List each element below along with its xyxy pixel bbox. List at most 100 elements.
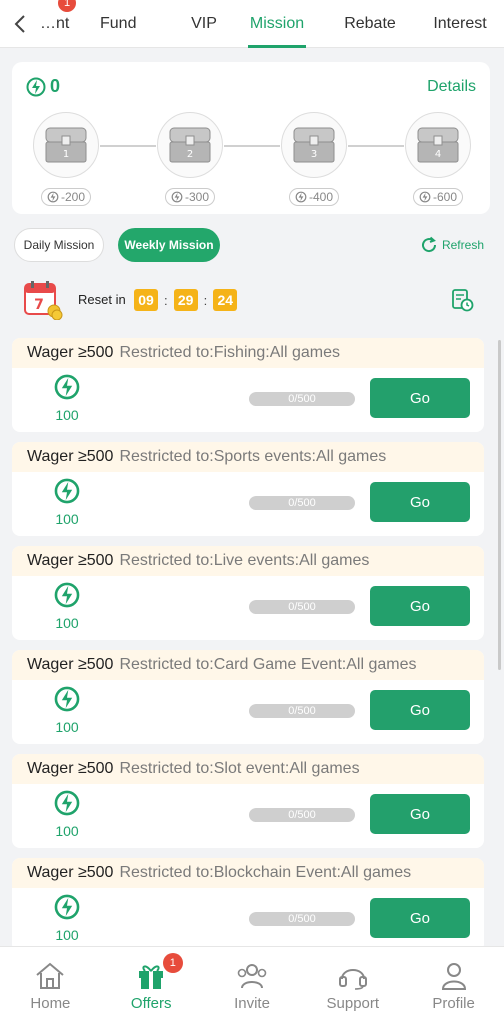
tab-mission-label: Mission [249, 14, 305, 32]
invite-icon [237, 964, 267, 989]
go-button[interactable]: Go [370, 482, 470, 522]
mission-reward: 100 [52, 790, 82, 839]
progress-card: 0 Details 1 -200 2 -300 3 -400 4 -600 [12, 62, 490, 214]
go-button[interactable]: Go [370, 378, 470, 418]
countdown-timer: 09 : 29 : 24 [134, 289, 238, 311]
calendar-day: 7 [34, 297, 44, 313]
refresh-button[interactable]: Refresh [420, 236, 484, 254]
chest-requirement-value: -300 [184, 190, 210, 204]
go-button[interactable]: Go [370, 794, 470, 834]
mission-card: Wager ≥500 Restricted to:Live events:All… [12, 546, 484, 640]
chest-track: 1 -200 2 -300 3 -400 4 -600 [32, 112, 472, 207]
tab-vip-label: VIP [191, 14, 217, 32]
headset-icon [338, 969, 367, 990]
details-link[interactable]: Details [427, 78, 476, 96]
chest-connector [348, 145, 404, 147]
mission-progress-bar: 0/500 [249, 912, 355, 926]
nav-offers[interactable]: Offers 1 [101, 947, 202, 1024]
timer-separator: : [203, 292, 208, 308]
mission-restriction: Restricted to:Slot event:All games [119, 760, 360, 777]
treasure-chest-icon: 4 [417, 127, 459, 163]
energy-icon [419, 191, 431, 203]
energy-icon [54, 686, 80, 712]
chest-requirement-value: -600 [432, 190, 458, 204]
chest-2[interactable]: 2 -300 [156, 112, 224, 208]
mission-card: Wager ≥500 Restricted to:Fishing:All gam… [12, 338, 484, 432]
tab-vip[interactable]: VIP [186, 0, 222, 48]
mission-restriction: Restricted to:Blockchain Event:All games [119, 864, 412, 881]
go-button[interactable]: Go [370, 690, 470, 730]
tab-badge: 1 [58, 0, 76, 12]
go-button[interactable]: Go [370, 898, 470, 938]
mission-page: …nt 1 Fund VIP Mission Rebate Interest 0 [0, 0, 504, 1024]
chest-3[interactable]: 3 -400 [280, 112, 348, 208]
energy-icon [54, 374, 80, 400]
chest-number: 1 [63, 149, 69, 160]
tab-mission[interactable]: Mission [248, 0, 306, 48]
energy-icon [26, 77, 46, 96]
mission-card: Wager ≥500 Restricted to:Sports events:A… [12, 442, 484, 536]
mission-header: Wager ≥500 Restricted to:Fishing:All gam… [12, 338, 484, 368]
reset-countdown: 7 Reset in 09 : 29 : 24 [24, 280, 478, 324]
tab-fund[interactable]: Fund [100, 0, 172, 48]
nav-profile[interactable]: Profile [403, 947, 504, 1024]
profile-icon [441, 963, 466, 990]
chest-requirement: -300 [164, 188, 216, 206]
chest-number: 4 [435, 149, 441, 160]
refresh-label: Refresh [441, 238, 484, 252]
mission-list: Wager ≥500 Restricted to:Fishing:All gam… [12, 338, 484, 962]
tab-interest[interactable]: Interest [432, 0, 488, 48]
category-tabs: …nt 1 Fund VIP Mission Rebate Interest [40, 0, 504, 48]
mission-reward-value: 100 [55, 615, 79, 631]
timer-separator: : [164, 292, 168, 308]
weekly-mission-tab[interactable]: Weekly Mission [118, 228, 220, 262]
chest-number: 3 [311, 149, 317, 160]
mission-wager: Wager ≥500 [27, 864, 114, 881]
top-tab-bar: …nt 1 Fund VIP Mission Rebate Interest [0, 0, 504, 48]
tab-partial-label: …nt [40, 14, 70, 32]
chest-1[interactable]: 1 -200 [32, 112, 100, 208]
mission-reward: 100 [52, 374, 82, 423]
nav-support[interactable]: Support [302, 947, 403, 1024]
tab-rebate[interactable]: Rebate [344, 0, 396, 48]
mission-header: Wager ≥500 Restricted to:Blockchain Even… [12, 858, 484, 888]
go-button[interactable]: Go [370, 586, 470, 626]
nav-offers-label: Offers [130, 995, 172, 1012]
tab-rebate-label: Rebate [344, 14, 396, 32]
nav-offers-badge: 1 [162, 953, 183, 973]
chest-requirement-value: -400 [308, 190, 334, 204]
chest-circle: 1 [33, 112, 99, 178]
mission-header: Wager ≥500 Restricted to:Live events:All… [12, 546, 484, 576]
daily-mission-tab[interactable]: Daily Mission [14, 228, 104, 262]
mission-restriction: Restricted to:Sports events:All games [119, 448, 387, 465]
mission-wager: Wager ≥500 [27, 656, 114, 673]
mission-reward-value: 100 [55, 927, 79, 943]
back-button[interactable] [0, 0, 40, 48]
chest-number: 2 [187, 149, 193, 160]
calendar-icon: 7 [24, 281, 63, 320]
treasure-chest-icon: 2 [169, 127, 211, 163]
chest-4[interactable]: 4 -600 [404, 112, 472, 208]
nav-home[interactable]: Home [0, 947, 101, 1024]
scrollbar[interactable] [498, 340, 501, 670]
tab-interest-label: Interest [433, 14, 487, 32]
mission-restriction: Restricted to:Card Game Event:All games [119, 656, 417, 673]
history-icon[interactable] [450, 288, 474, 312]
mission-progress-bar: 0/500 [249, 496, 355, 510]
refresh-icon [422, 236, 436, 253]
mission-reward-value: 100 [55, 511, 79, 527]
bottom-nav: Home Offers 1 Invite Support Profile [0, 946, 504, 1024]
timer-minutes: 29 [173, 289, 198, 311]
tab-partial[interactable]: …nt 1 [40, 0, 76, 48]
energy-icon [171, 191, 183, 203]
mission-reward: 100 [52, 582, 82, 631]
mission-reward: 100 [52, 686, 82, 735]
chest-requirement: -400 [288, 188, 340, 206]
energy-icon [295, 191, 307, 203]
chest-connector [224, 145, 280, 147]
timer-hours: 09 [134, 289, 158, 311]
nav-invite[interactable]: Invite [202, 947, 303, 1024]
mission-header: Wager ≥500 Restricted to:Sports events:A… [12, 442, 484, 472]
chest-circle: 3 [281, 112, 347, 178]
chest-requirement-value: -200 [60, 190, 86, 204]
